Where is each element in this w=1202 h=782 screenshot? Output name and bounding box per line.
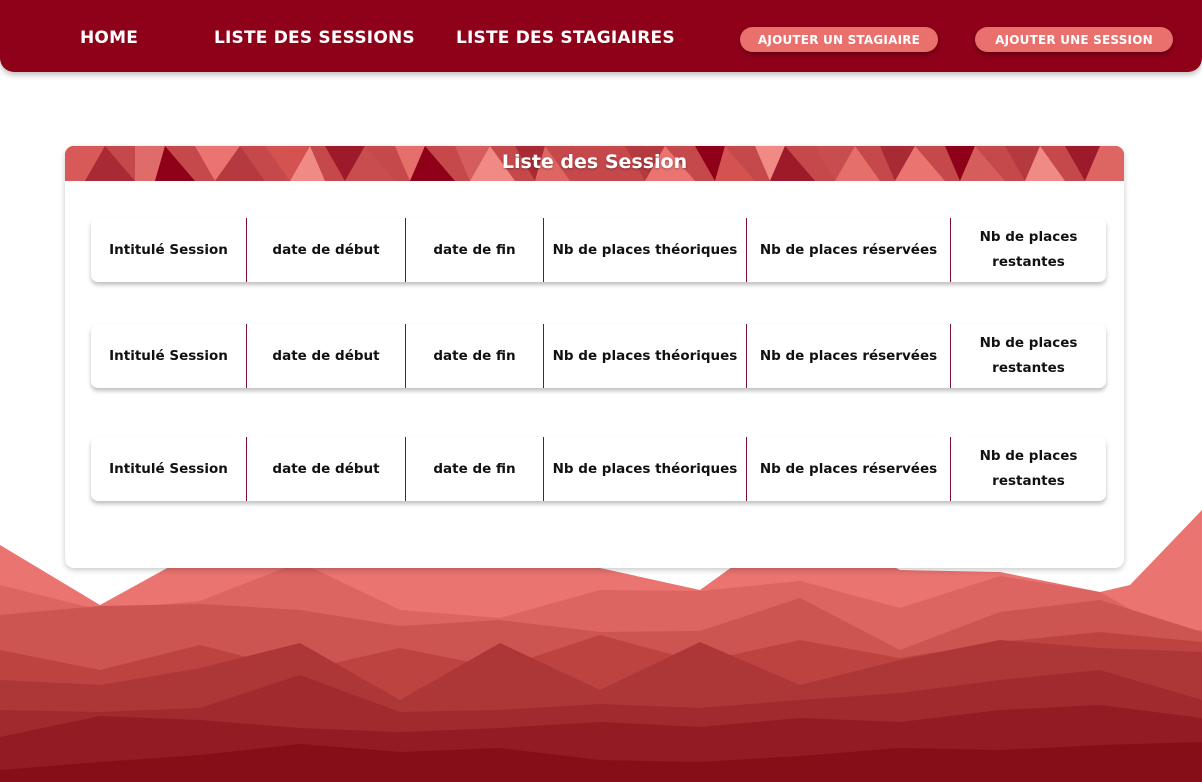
add-session-button[interactable]: AJOUTER UNE SESSION: [975, 27, 1173, 52]
col-start-date: date de début: [272, 460, 380, 477]
col-remaining-places: Nb de places restantes: [979, 448, 1078, 489]
col-session-title: Intitulé Session: [109, 460, 228, 477]
nav-link-sessions-list[interactable]: LISTE DES SESSIONS: [214, 28, 415, 48]
col-theoretical-places: Nb de places théoriques: [552, 241, 738, 258]
card-title: Liste des Session: [501, 151, 688, 173]
card-header: Liste des Session: [65, 146, 1124, 181]
col-remaining-places: Nb de places restantes: [979, 335, 1078, 376]
col-theoretical-places: Nb de places théoriques: [552, 460, 738, 477]
sessions-card: Liste des Session Intitulé Session date …: [65, 146, 1124, 568]
add-trainee-button[interactable]: AJOUTER UN STAGIAIRE: [740, 27, 938, 52]
col-end-date: date de fin: [433, 241, 516, 258]
session-row[interactable]: Intitulé Session date de début date de f…: [91, 324, 1106, 388]
nav-link-home[interactable]: HOME: [80, 28, 138, 48]
session-row[interactable]: Intitulé Session date de début date de f…: [91, 437, 1106, 501]
col-start-date: date de début: [272, 347, 380, 364]
col-reserved-places: Nb de places réservées: [759, 347, 938, 364]
col-end-date: date de fin: [433, 460, 516, 477]
col-session-title: Intitulé Session: [109, 347, 228, 364]
col-remaining-places: Nb de places restantes: [979, 229, 1078, 270]
col-reserved-places: Nb de places réservées: [759, 241, 938, 258]
col-end-date: date de fin: [433, 347, 516, 364]
col-start-date: date de début: [272, 241, 380, 258]
col-theoretical-places: Nb de places théoriques: [552, 347, 738, 364]
col-session-title: Intitulé Session: [109, 241, 228, 258]
nav-link-trainees-list[interactable]: LISTE DES STAGIAIRES: [456, 28, 675, 48]
session-row[interactable]: Intitulé Session date de début date de f…: [91, 218, 1106, 282]
navbar: HOME LISTE DES SESSIONS LISTE DES STAGIA…: [0, 0, 1202, 72]
col-reserved-places: Nb de places réservées: [759, 460, 938, 477]
